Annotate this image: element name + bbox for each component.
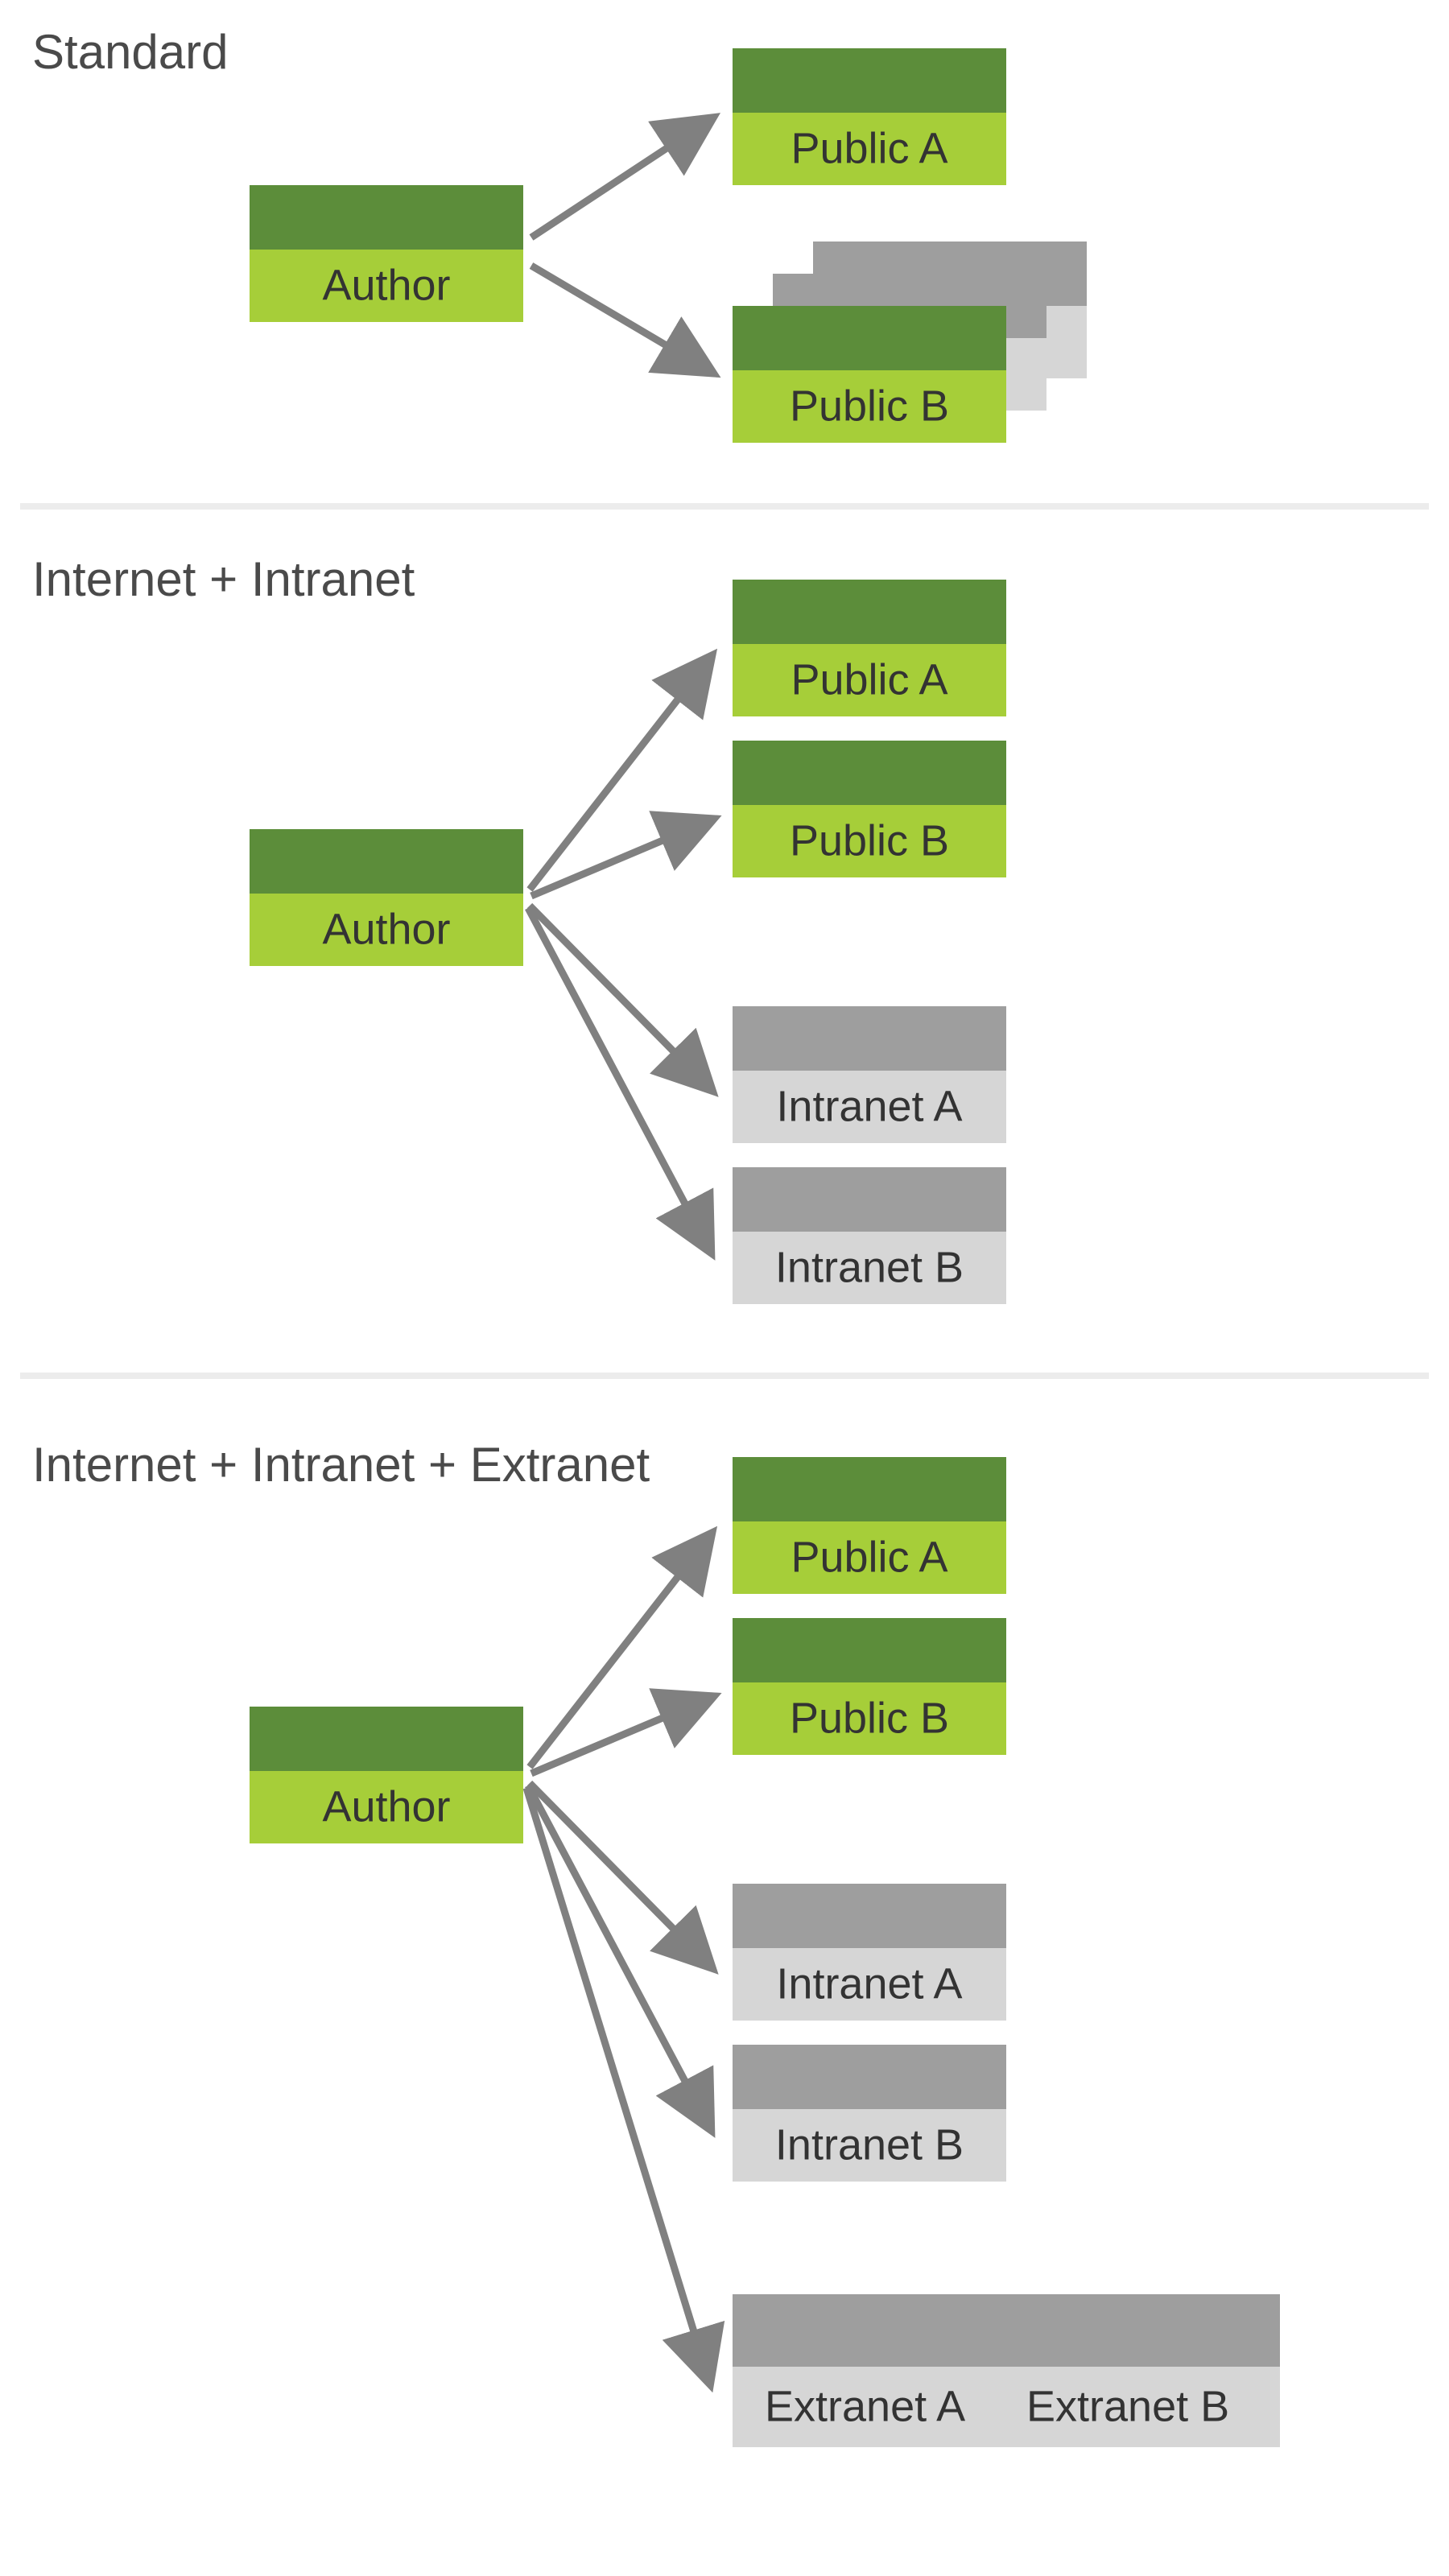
author-label-iie: Author (322, 1782, 450, 1831)
public-a-box-iie: Public A (733, 1457, 1006, 1594)
intranet-a-label-ii: Intranet A (776, 1082, 962, 1130)
extranet-b-label: Extranet B (1026, 2382, 1229, 2430)
public-b-label: Public B (790, 382, 949, 430)
public-a-box-ii: Public A (733, 580, 1006, 716)
heading-standard: Standard (32, 25, 229, 79)
public-a-label-ii: Public A (791, 655, 947, 704)
arrow (530, 906, 708, 1087)
intranet-a-box-ii: Intranet A (733, 1006, 1006, 1143)
intranet-a-label-iie: Intranet A (776, 1959, 962, 2008)
author-box-standard: Author (250, 185, 523, 322)
public-b-stack: Public B (733, 242, 1087, 443)
arrow (531, 121, 708, 237)
public-b-label-ii: Public B (790, 816, 949, 865)
author-box-ii: Author (250, 829, 523, 966)
intranet-b-label-iie: Intranet B (775, 2120, 964, 2169)
public-a-box: Public A (733, 48, 1006, 185)
public-b-box-iie: Public B (733, 1618, 1006, 1755)
arrow (531, 266, 708, 370)
arrow (528, 908, 708, 1248)
public-b-box-ii: Public B (733, 741, 1006, 877)
author-label: Author (322, 261, 450, 309)
section-internet-intranet: Internet + Intranet Author Public A Publ… (32, 552, 1006, 1304)
intranet-b-box-iie: Intranet B (733, 2045, 1006, 2182)
section-standard: Standard Author Public A Public (32, 25, 1087, 443)
author-label-ii: Author (322, 905, 450, 953)
heading-internet-intranet: Internet + Intranet (32, 552, 415, 606)
section-internet-intranet-extranet: Internet + Intranet + Extranet Author Pu… (32, 1438, 1280, 2447)
author-box-iie: Author (250, 1707, 523, 1843)
heading-internet-intranet-extranet: Internet + Intranet + Extranet (32, 1438, 650, 1492)
diagram-page: Standard Author Public A Public (0, 0, 1449, 2576)
public-a-label: Public A (791, 124, 947, 172)
divider (20, 1373, 1429, 1379)
intranet-b-box-ii: Intranet B (733, 1167, 1006, 1304)
divider (20, 503, 1429, 510)
intranet-b-label-ii: Intranet B (775, 1243, 964, 1291)
public-a-label-iie: Public A (791, 1533, 947, 1581)
intranet-a-box-iie: Intranet A (733, 1884, 1006, 2021)
public-b-label-iie: Public B (790, 1694, 949, 1742)
extranet-a-label: Extranet A (765, 2382, 965, 2430)
extranet-box-iie: Extranet A Extranet B (733, 2294, 1280, 2447)
